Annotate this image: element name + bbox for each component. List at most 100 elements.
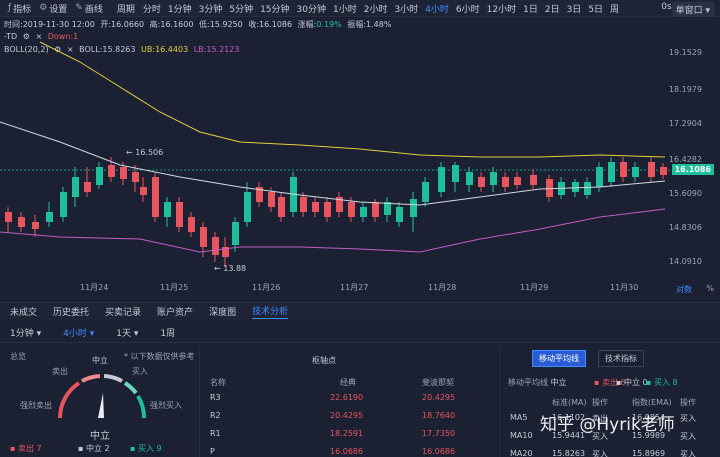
candle-body xyxy=(620,162,627,177)
pivot-col-name: 名称 xyxy=(210,378,226,387)
candle-body xyxy=(72,177,79,197)
period-8[interactable]: 3小时 xyxy=(394,2,418,15)
candle-body xyxy=(300,197,307,212)
tab-moving-average[interactable]: 移动平均线 xyxy=(532,350,586,367)
period-1[interactable]: 1分钟 xyxy=(168,2,192,15)
date-tick: 11月24 xyxy=(80,283,109,292)
chevron-down-icon: ▾ xyxy=(133,329,139,339)
ma-neutral-count: ▪ 中立 0 xyxy=(616,378,648,387)
ma-summary: 移动平均线 中立 xyxy=(508,378,567,387)
period-5[interactable]: 30分钟 xyxy=(297,2,326,15)
settings-button[interactable]: ⚙ 设置 xyxy=(39,2,67,15)
candle-body xyxy=(608,162,615,182)
candle-body xyxy=(466,172,473,185)
boll-middle-band xyxy=(0,121,666,206)
single-window-select[interactable]: 单窗口 ▾ xyxy=(671,2,714,17)
candle-body xyxy=(660,167,667,175)
current-price-badge: 16.1086 xyxy=(671,164,714,175)
date-tick: 11月27 xyxy=(340,283,369,292)
tab-0[interactable]: 未成交 xyxy=(10,305,37,318)
summary-title: 总览 xyxy=(10,352,26,361)
tab-3[interactable]: 账户资产 xyxy=(157,305,193,318)
period-12[interactable]: 1日 xyxy=(523,2,538,15)
tab-4[interactable]: 深度图 xyxy=(209,305,236,318)
period-13[interactable]: 2日 xyxy=(545,2,560,15)
ma-cell-op: 买入 xyxy=(592,450,608,457)
candle-body xyxy=(396,207,403,222)
sentiment-gauge xyxy=(58,374,147,419)
candlestick-chart[interactable]: ← 16.506 ← 13.88 xyxy=(0,17,675,282)
gauge-needle xyxy=(98,393,104,418)
period-2[interactable]: 3分钟 xyxy=(199,2,223,15)
candle-body xyxy=(120,167,127,179)
candle-body xyxy=(278,197,285,217)
period-15[interactable]: 5日 xyxy=(588,2,603,15)
candle-body xyxy=(200,227,207,247)
period-7[interactable]: 2小时 xyxy=(364,2,388,15)
interval-1w-button[interactable]: 1周 xyxy=(160,326,175,339)
period-3[interactable]: 5分钟 xyxy=(229,2,253,15)
date-tick: 11月26 xyxy=(252,283,281,292)
pivot-cell-name: R3 xyxy=(210,393,221,402)
chevron-down-icon: ▾ xyxy=(36,329,42,339)
candle-body xyxy=(18,217,25,227)
period-4[interactable]: 15分钟 xyxy=(260,2,289,15)
candle-body xyxy=(648,162,655,177)
candle-body xyxy=(490,172,497,185)
candle-body xyxy=(212,237,219,255)
price-tick: 18.1979 xyxy=(668,85,702,94)
interval-1min-select[interactable]: 1分钟 ▾ xyxy=(10,326,41,339)
candle-body xyxy=(188,217,195,232)
period-14[interactable]: 3日 xyxy=(567,2,582,15)
candle-body xyxy=(422,182,429,202)
period-9[interactable]: 4小时 xyxy=(425,2,449,15)
tab-1[interactable]: 历史委托 xyxy=(53,305,89,318)
period-11[interactable]: 12小时 xyxy=(487,2,516,15)
high-annotation: ← 16.506 xyxy=(126,148,163,157)
ma-cell-op2: 买入 xyxy=(680,432,696,441)
candle-body xyxy=(514,177,521,185)
period-16[interactable]: 周 xyxy=(610,2,619,15)
pivot-col-classic: 经典 xyxy=(340,378,356,387)
tab-technical-indicators[interactable]: 技术指标 xyxy=(598,350,644,367)
interval-1d-select[interactable]: 1天 ▾ xyxy=(116,326,138,339)
neutral-count: ▪ 中立 2 xyxy=(78,444,110,453)
ma-col-ema: 指数(EMA) xyxy=(632,398,672,407)
period-6[interactable]: 1小时 xyxy=(333,2,357,15)
candle-body xyxy=(5,212,12,222)
tab-2[interactable]: 买卖记录 xyxy=(105,305,141,318)
ma-col-ma: 标准(MA) xyxy=(552,398,587,407)
candle-body xyxy=(96,167,103,185)
price-tick: 15.6090 xyxy=(668,189,702,198)
pivot-cell-name: P xyxy=(210,447,215,456)
candle-body xyxy=(572,182,579,192)
candle-body xyxy=(176,202,183,227)
tab-5[interactable]: 技术分析 xyxy=(252,304,289,319)
indicators-button[interactable]: ƒ 指标 xyxy=(8,2,31,15)
date-tick: 11月28 xyxy=(428,283,457,292)
period-0[interactable]: 分时 xyxy=(143,2,161,15)
ma-cell-ema: 15.8969 xyxy=(632,449,666,457)
period-10[interactable]: 6小时 xyxy=(456,2,480,15)
draw-button[interactable]: ✎ 画线 xyxy=(75,2,103,15)
log-scale-toggle[interactable]: 对数 xyxy=(676,284,692,295)
price-tick: 17.2904 xyxy=(668,119,702,128)
candle-body xyxy=(312,202,319,212)
watermark: 知乎 @Hyrik老师 xyxy=(540,415,675,435)
interval-4h-select[interactable]: 4小时 ▾ xyxy=(63,326,94,339)
ma-cell-name: MA10 xyxy=(510,431,533,440)
ma-cell-name: MA20 xyxy=(510,449,533,457)
candle-body xyxy=(502,177,509,187)
price-tick: 14.0910 xyxy=(668,257,702,266)
date-tick: 11月29 xyxy=(520,283,549,292)
candle-body xyxy=(32,222,39,229)
percent-toggle[interactable]: % xyxy=(706,284,714,293)
boll-upper-band xyxy=(39,41,666,158)
pivot-cell-classic: 18.2591 xyxy=(330,429,364,438)
gauge-value: 中立 xyxy=(90,431,110,442)
ma-panel: 移动平均线 技术指标 移动平均线 中立 ▪ 卖出 6 ▪ 中立 0 ▪ 买入 8… xyxy=(500,345,720,457)
candle-body xyxy=(232,222,239,245)
candle-body xyxy=(410,199,417,217)
pivot-cell-classic: 22.6190 xyxy=(330,393,364,402)
pivot-cell-classic: 20.4295 xyxy=(330,411,364,420)
